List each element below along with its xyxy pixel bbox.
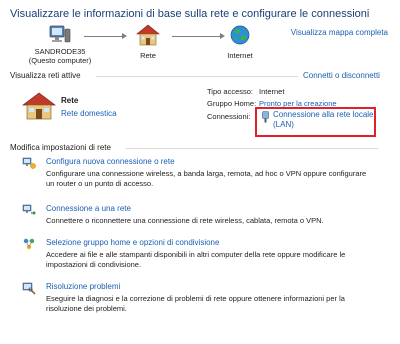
section-divider — [126, 148, 378, 149]
new-connection-icon — [22, 156, 36, 170]
access-type-value: Internet — [259, 87, 285, 96]
computer-name: SANDRODE35 — [34, 47, 86, 56]
setup-new-connection-desc: Configurare una connessione wireless, a … — [46, 169, 367, 188]
globe-icon[interactable] — [230, 25, 250, 45]
homegroup-options-link[interactable]: Selezione gruppo home e opzioni di condi… — [46, 238, 219, 247]
connector-line — [172, 36, 222, 37]
change-settings-heading: Modifica impostazioni di rete — [10, 143, 111, 152]
connections-label: Connessioni: — [207, 112, 251, 121]
connect-to-network-link[interactable]: Connessione a una rete — [46, 204, 131, 213]
connector-arrow — [122, 33, 127, 39]
computer-icon[interactable] — [48, 25, 72, 45]
home-group-label: Gruppo Home: — [207, 99, 257, 108]
troubleshoot-desc: Eseguire la diagnosi e la correzione di … — [46, 294, 345, 313]
home-network-icon[interactable] — [136, 24, 160, 46]
connect-network-icon — [22, 203, 36, 217]
lan-connection-suffix: (LAN) — [273, 120, 294, 129]
network-name: Rete — [61, 96, 79, 105]
connect-disconnect-link[interactable]: Connetti o disconnetti — [303, 71, 380, 80]
lan-connection-link[interactable]: Connessione alla rete locale (LAN) — [273, 110, 374, 130]
homegroup-sharing-icon — [22, 237, 36, 251]
house-icon — [21, 92, 57, 120]
access-type-label: Tipo accesso: — [207, 87, 253, 96]
troubleshoot-link[interactable]: Risoluzione problemi — [46, 282, 120, 291]
homegroup-options-desc: Accedere ai file e alle stampanti dispon… — [46, 250, 346, 269]
view-full-map-link[interactable]: Visualizza mappa completa — [291, 28, 388, 37]
lan-adapter-icon — [261, 111, 270, 123]
internet-label: Internet — [227, 51, 253, 60]
connector-arrow — [220, 33, 225, 39]
network-label: Rete — [140, 51, 156, 60]
connector-line — [84, 36, 124, 37]
troubleshoot-icon — [22, 281, 36, 295]
section-divider — [96, 76, 298, 77]
setup-new-connection-link[interactable]: Configura nuova connessione o rete — [46, 157, 175, 166]
computer-label: SANDRODE35 (Questo computer) — [28, 47, 92, 65]
network-type-link[interactable]: Rete domestica — [61, 109, 117, 118]
connect-to-network-desc: Connettere o riconnettere una connession… — [46, 216, 324, 225]
active-networks-heading: Visualizza reti attive — [10, 71, 81, 80]
page-title: Visualizzare le informazioni di base sul… — [10, 8, 370, 20]
lan-connection-name: Connessione alla rete locale — [273, 110, 374, 119]
computer-subtitle: (Questo computer) — [28, 56, 92, 65]
